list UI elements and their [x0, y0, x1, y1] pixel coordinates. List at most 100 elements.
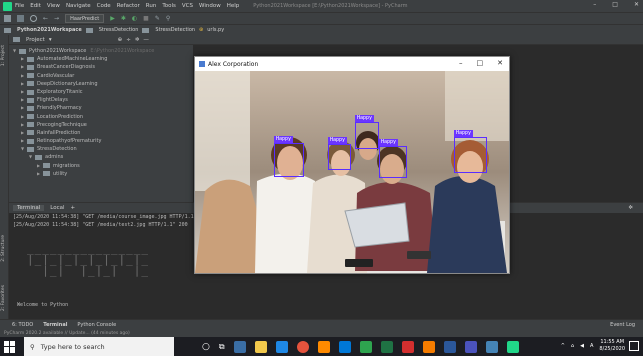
run-icon[interactable]: ▶ [110, 15, 115, 22]
locate-icon[interactable]: ⊕ [118, 37, 123, 43]
event-log-tab[interactable]: Event Log [610, 322, 635, 328]
status-message[interactable]: PyCharm 2020.2 available // Update... (4… [4, 331, 130, 336]
minimize-icon[interactable]: – [459, 59, 463, 67]
menu-navigate[interactable]: Navigate [66, 3, 91, 9]
breadcrumb-item[interactable]: StressDetection [99, 27, 139, 33]
menu-code[interactable]: Code [97, 3, 111, 9]
cortana-icon[interactable]: ○ [202, 342, 210, 352]
chevron-up-icon[interactable]: ^ [561, 343, 565, 349]
back-arrow-icon[interactable]: ← [43, 15, 48, 22]
word-app-icon[interactable] [443, 340, 456, 353]
acrobat-app-icon[interactable] [401, 340, 414, 353]
taskbar-search-box[interactable]: ⚲ Type here to search [24, 337, 174, 356]
tree-item[interactable]: ▼ Python2021Workspace E:\Python2021Workspa… [9, 47, 193, 55]
gear-icon[interactable]: ✲ [135, 37, 140, 43]
menu-view[interactable]: View [47, 3, 60, 9]
left-tool-strip: 1: Project 2: Structure 2: Favorites [0, 35, 9, 332]
main-toolbar: ← → HaarPredict ▶ ✱ ◐ ■ ✎ ⚲ [0, 12, 643, 24]
sublime-app-icon[interactable] [317, 340, 330, 353]
terminal-tab[interactable]: Terminal [13, 205, 45, 211]
minimize-icon[interactable]: – [593, 1, 596, 8]
chevron-down-icon[interactable]: ▾ [49, 37, 52, 43]
maximize-icon[interactable]: □ [612, 1, 618, 8]
paint-app-icon[interactable] [422, 340, 435, 353]
tree-item[interactable]: ▶ RainfallPrediction [9, 129, 193, 137]
tree-item-label: AutomatedMachineLearning [37, 56, 108, 63]
clock[interactable]: 11:55 AM 8/25/2020 [599, 339, 625, 353]
windows-start-icon[interactable] [4, 340, 16, 353]
close-icon[interactable]: ✕ [634, 1, 639, 8]
tree-item[interactable]: ▶ AutomatedMachineLearning [9, 55, 193, 63]
language-icon[interactable]: A [590, 343, 593, 349]
tree-item-label: FlightDelays [37, 97, 68, 104]
open-folder-icon[interactable] [4, 15, 11, 22]
tree-item[interactable]: ▶ BreastCancerDiagnosis [9, 63, 193, 71]
network-icon[interactable]: ⌂ [571, 343, 574, 349]
vscode-app-icon[interactable] [275, 340, 288, 353]
pycharm-app-icon[interactable] [506, 340, 519, 353]
explorer-app-icon[interactable] [254, 340, 267, 353]
tree-item[interactable]: ▶ utility [9, 170, 193, 178]
tree-item[interactable]: ▶ FlightDelays [9, 96, 193, 104]
task-view-icon[interactable]: ⧉ [219, 342, 225, 352]
breadcrumb-item[interactable]: StressDetection [155, 27, 195, 33]
chrome-app-icon[interactable] [296, 340, 309, 353]
tree-item[interactable]: ▼ StressDetection [9, 145, 193, 153]
menu-edit[interactable]: Edit [30, 3, 41, 9]
tree-item[interactable]: ▶ CardioVascular [9, 72, 193, 80]
teams-app-icon[interactable] [464, 340, 477, 353]
project-tool-tab[interactable]: 1: Project [1, 45, 6, 66]
tree-item[interactable]: ▶ PrecogingTechnique [9, 121, 193, 129]
menu-refactor[interactable]: Refactor [117, 3, 140, 9]
volume-icon[interactable]: ◀ [580, 343, 584, 349]
menu-run[interactable]: Run [146, 3, 157, 9]
collapse-icon[interactable]: ÷ [126, 37, 131, 43]
gear-icon[interactable]: ✲ [628, 205, 633, 211]
hide-icon[interactable]: — [143, 37, 149, 43]
tree-item[interactable]: ▶ ExploratoryTitanic [9, 88, 193, 96]
menu-window[interactable]: Window [199, 3, 221, 9]
menu-vcs[interactable]: VCS [182, 3, 193, 9]
search-icon: ⚲ [30, 342, 35, 351]
local-tab[interactable]: Local [50, 205, 64, 211]
python-console-tab[interactable]: Python Console [77, 322, 116, 328]
python-app-icon[interactable] [485, 340, 498, 353]
excel-app-icon[interactable] [380, 340, 393, 353]
tree-item[interactable]: ▼ admins [9, 153, 193, 161]
structure-tool-tab[interactable]: 2: Structure [1, 235, 6, 262]
menu-tools[interactable]: Tools [162, 3, 176, 9]
menu-help[interactable]: Help [227, 3, 240, 9]
sync-icon[interactable] [30, 15, 37, 22]
tree-item-label: LocationPrediction [37, 113, 83, 120]
emotion-label-4: Happy [379, 139, 399, 146]
save-icon[interactable] [17, 15, 24, 22]
debug-icon[interactable]: ✱ [121, 15, 126, 22]
breadcrumb-item[interactable]: urls.py [207, 27, 224, 33]
project-tree: ▼ Python2021Workspace E:\Python2021Workspa… [9, 45, 193, 178]
tree-item[interactable]: ▶ migrations [9, 162, 193, 170]
maximize-icon[interactable]: □ [477, 59, 484, 67]
todo-tab[interactable]: 6: TODO [12, 322, 33, 328]
breadcrumb-item[interactable]: Python2021Workspace [17, 27, 82, 33]
tree-item[interactable]: ▶ FriendlyPharmacy [9, 104, 193, 112]
wrench-icon[interactable]: ✎ [155, 15, 160, 22]
terminal-bottom-tab[interactable]: Terminal [43, 322, 67, 328]
add-tab-icon[interactable]: + [71, 205, 76, 211]
menu-file[interactable]: File [15, 3, 24, 9]
tree-item[interactable]: ▶ RetinopathyofPrematurity [9, 137, 193, 145]
project-dropdown[interactable]: Project [26, 37, 45, 43]
stop-icon[interactable]: ■ [143, 15, 149, 22]
alex-corporation-window[interactable]: Alex Corporation – □ ✕ Happy Happy Happy… [194, 56, 510, 274]
run-configuration-select[interactable]: HaarPredict [65, 14, 105, 23]
search-icon[interactable]: ⚲ [166, 15, 170, 22]
notification-icon[interactable] [629, 341, 639, 351]
tree-item[interactable]: ▶ DeepDictionaryLearning [9, 80, 193, 88]
close-icon[interactable]: ✕ [497, 59, 503, 67]
store-app-icon[interactable] [233, 340, 246, 353]
chat-app-icon[interactable] [359, 340, 372, 353]
mail-app-icon[interactable] [338, 340, 351, 353]
tree-item[interactable]: ▶ LocationPrediction [9, 113, 193, 121]
coverage-icon[interactable]: ◐ [132, 15, 137, 22]
favorites-tool-tab[interactable]: 2: Favorites [1, 285, 6, 311]
forward-arrow-icon[interactable]: → [54, 15, 59, 22]
